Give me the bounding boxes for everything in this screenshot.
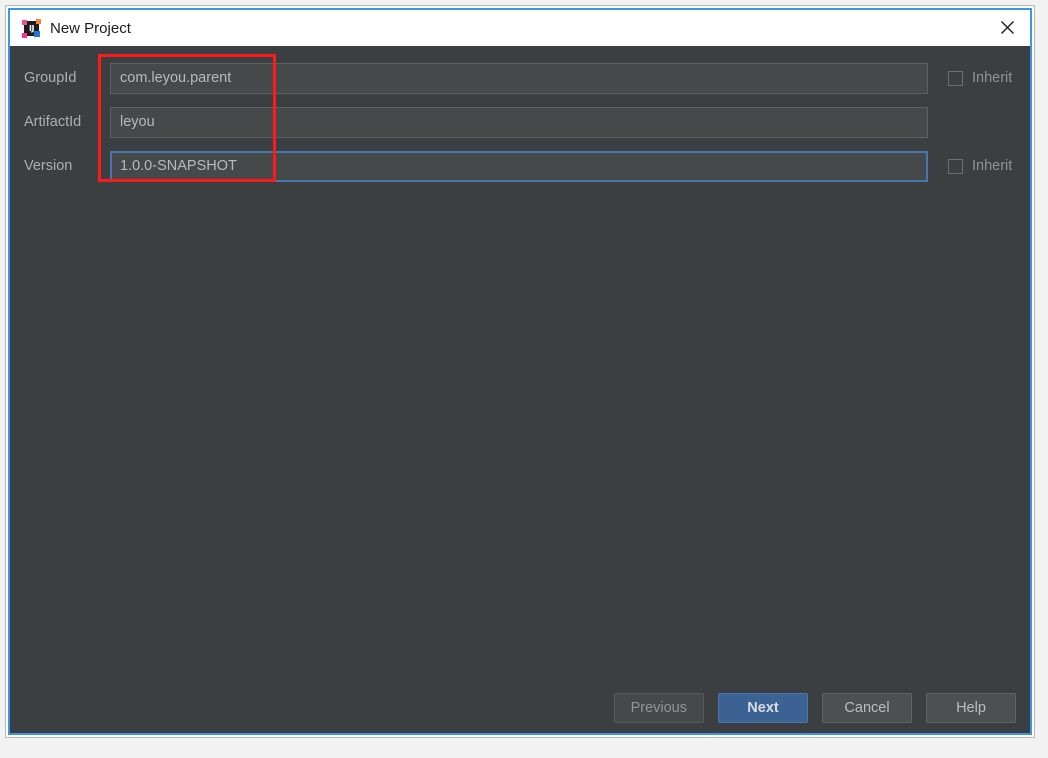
dialog-button-bar: Previous Next Cancel Help xyxy=(613,693,1016,723)
close-icon[interactable] xyxy=(984,10,1030,45)
version-inherit-group[interactable]: Inherit xyxy=(948,158,1012,174)
dialog-titlebar[interactable]: IJ New Project xyxy=(10,10,1030,46)
version-inherit-checkbox[interactable] xyxy=(948,158,963,174)
groupid-inherit-group[interactable]: Inherit xyxy=(948,70,1012,86)
dialog-content: GroupId Inherit ArtifactId Version xyxy=(10,46,1030,733)
intellij-idea-icon: IJ xyxy=(22,18,41,38)
cancel-button[interactable]: Cancel xyxy=(822,693,912,723)
groupid-inherit-checkbox[interactable] xyxy=(948,70,963,86)
screen-root: IJ New Project GroupId Inherit xyxy=(0,0,1048,758)
version-label: Version xyxy=(24,158,73,174)
dialog-title: New Project xyxy=(50,19,131,37)
version-inherit-label: Inherit xyxy=(972,158,1013,174)
new-project-dialog: IJ New Project GroupId Inherit xyxy=(8,8,1032,735)
next-button[interactable]: Next xyxy=(718,693,808,723)
groupid-inherit-label: Inherit xyxy=(972,70,1013,86)
form-row-version: Version Inherit xyxy=(10,144,1030,188)
help-button[interactable]: Help xyxy=(926,693,1016,723)
artifactid-input[interactable] xyxy=(110,106,928,138)
form-row-groupid: GroupId Inherit xyxy=(10,56,1030,100)
intellij-icon-text: IJ xyxy=(29,23,34,33)
maven-coordinates-form: GroupId Inherit ArtifactId Version xyxy=(10,46,1030,188)
artifactid-label: ArtifactId xyxy=(24,114,82,130)
version-input[interactable] xyxy=(110,150,928,182)
previous-button[interactable]: Previous xyxy=(613,693,704,723)
groupid-label: GroupId xyxy=(24,70,77,86)
groupid-input[interactable] xyxy=(110,62,928,94)
form-row-artifactid: ArtifactId xyxy=(10,100,1030,144)
